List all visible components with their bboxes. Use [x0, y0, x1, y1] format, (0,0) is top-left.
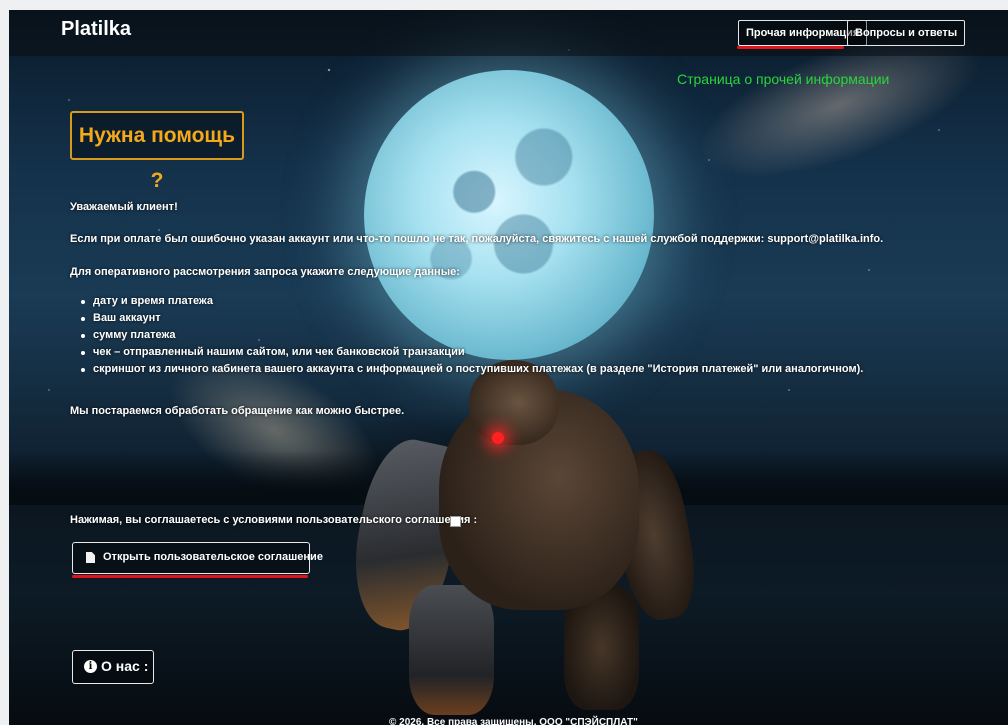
page-annotation: Страница о прочей информации [677, 71, 890, 87]
list-item: дату и время платежа [81, 295, 863, 312]
closing-text: Мы постараемся обработать обращение как … [70, 405, 405, 417]
footer-copyright: © 2026. Все права защищены. ООО "СПЭЙСПЛ… [389, 717, 638, 725]
list-item: скриншот из личного кабинета вашего акка… [81, 363, 863, 380]
open-agreement-label: Открыть пользовательское соглашение [103, 551, 323, 563]
open-agreement-button[interactable]: Открыть пользовательское соглашение [72, 542, 323, 574]
top-navbar: Platilka Прочая информация Вопросы и отв… [9, 10, 1008, 56]
list-item: сумму платежа [81, 329, 863, 346]
page-frame: Platilka Прочая информация Вопросы и отв… [9, 10, 1008, 725]
help-heading: Нужна помощь ? [70, 111, 244, 192]
agreement-highlight-underline [72, 575, 308, 578]
bear-red-eye [492, 432, 504, 444]
bear-mech-leg [409, 585, 494, 715]
consent-checkbox[interactable] [450, 516, 461, 527]
about-us-label: О нас : [101, 658, 149, 674]
about-us-button[interactable]: i О нас : [72, 650, 154, 684]
list-item: Ваш аккаунт [81, 312, 863, 329]
nav-faq-button[interactable]: Вопросы и ответы [847, 20, 966, 46]
required-data-intro: Для оперативного рассмотрения запроса ук… [70, 266, 460, 278]
info-icon: i [84, 660, 97, 673]
document-icon [86, 552, 95, 563]
list-item: чек – отправленный нашим сайтом, или чек… [81, 346, 863, 363]
nav-highlight-underline [737, 46, 844, 49]
support-paragraph: Если при оплате был ошибочно указан акка… [70, 233, 884, 245]
required-data-list: дату и время платежа Ваш аккаунт сумму п… [81, 295, 863, 380]
site-logo[interactable]: Platilka [61, 18, 131, 41]
greeting-text: Уважаемый клиент! [70, 201, 178, 213]
consent-text: Нажимая, вы соглашаетесь с условиями пол… [70, 514, 478, 526]
